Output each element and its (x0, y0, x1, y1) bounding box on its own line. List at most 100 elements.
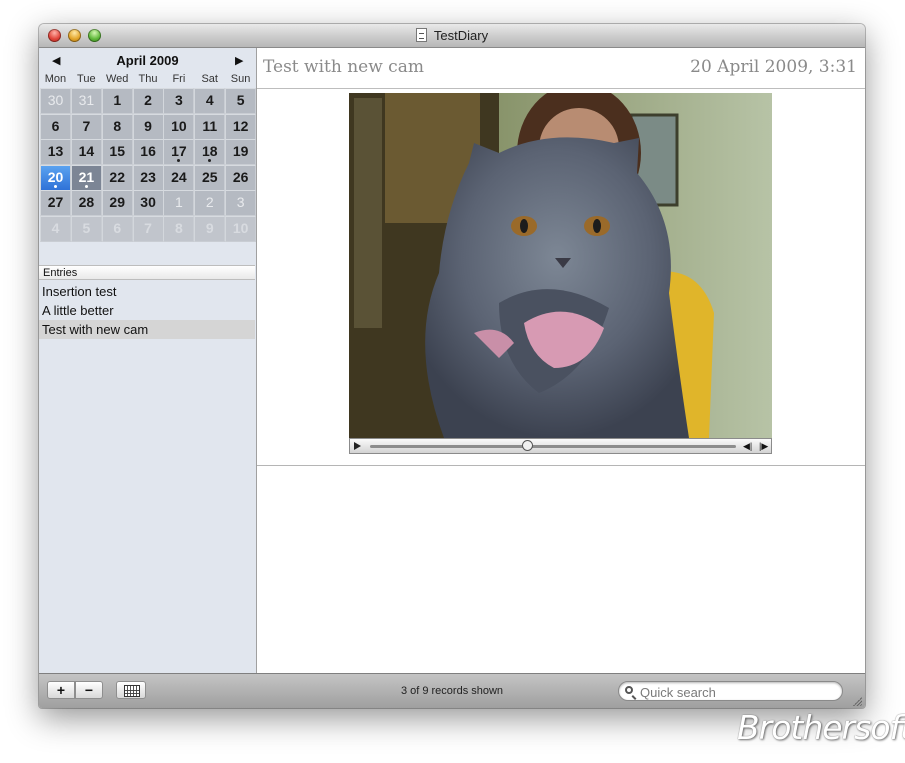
calendar-day-number: 30 (140, 194, 156, 210)
calendar-day-number: 23 (140, 168, 156, 185)
calendar-day-number: 6 (113, 219, 122, 236)
calendar-day[interactable]: 22 (101, 164, 133, 191)
calendar-day[interactable]: 10 (225, 215, 257, 242)
entry-title[interactable]: Test with new cam (263, 57, 424, 77)
step-back-icon[interactable]: ◀| (743, 441, 752, 452)
calendar-day-number: 1 (175, 194, 183, 210)
calendar-day[interactable]: 4 (40, 215, 71, 242)
calendar-day-number: 8 (175, 219, 183, 236)
calendar-day[interactable]: 18 (194, 139, 226, 165)
calendar-day-number: 29 (109, 194, 125, 210)
calendar-day[interactable]: 12 (225, 113, 257, 140)
calendar-day[interactable]: 21 (70, 164, 102, 191)
video-controller: ◀| |▶ (349, 438, 772, 454)
calendar-day[interactable]: 2 (194, 190, 226, 216)
calendar-day-number: 10 (232, 219, 249, 236)
quick-search-field[interactable] (618, 681, 843, 701)
calendar-day[interactable]: 25 (194, 164, 226, 191)
calendar-day[interactable]: 3 (163, 88, 195, 114)
calendar-day-number: 2 (205, 194, 214, 210)
calendar-day-number: 3 (175, 92, 183, 108)
calendar-day[interactable]: 29 (101, 190, 133, 216)
calendar-day[interactable]: 26 (225, 164, 257, 191)
calendar-day[interactable]: 5 (225, 88, 257, 114)
calendar-day-number: 1 (113, 92, 122, 108)
calendar-day[interactable]: 1 (163, 190, 195, 216)
calendar-day-number: 20 (47, 168, 64, 185)
calendar-day-number: 16 (140, 143, 156, 159)
calendar-day-number: 5 (82, 219, 91, 236)
entry-marker-dot (177, 159, 181, 162)
calendar-day[interactable]: 15 (101, 139, 133, 165)
entry-header: Test with new cam 20 April 2009, 3:31 (257, 48, 865, 89)
calendar-day[interactable]: 7 (132, 215, 164, 242)
calendar-day-number: 18 (202, 143, 218, 159)
calendar-day-number: 5 (236, 92, 245, 108)
calendar-day[interactable]: 16 (132, 139, 164, 165)
calendar-day-number: 25 (202, 168, 218, 185)
calendar-day[interactable]: 8 (163, 215, 195, 242)
calendar-day-number: 7 (82, 117, 91, 134)
timeline-track[interactable] (370, 445, 736, 448)
calendar-day-number: 10 (171, 117, 187, 134)
entry-marker-dot (54, 184, 57, 188)
calendar-day[interactable]: 20 (40, 164, 71, 191)
calendar-day[interactable]: 11 (194, 113, 226, 140)
calendar-day[interactable]: 19 (225, 139, 257, 165)
calendar-day-number: 28 (78, 194, 95, 210)
cat-video-frame (349, 93, 772, 438)
calendar-day[interactable]: 9 (194, 215, 226, 242)
entry-list-item[interactable]: Test with new cam (39, 320, 255, 339)
calendar-day-number: 12 (232, 117, 249, 134)
entry-date: 20 April 2009, 3:31 (690, 57, 857, 77)
weekday-label: Sun (230, 73, 251, 85)
calendar-day[interactable]: 6 (40, 113, 71, 140)
calendar-day[interactable]: 31 (70, 88, 102, 114)
calendar-day[interactable]: 28 (70, 190, 102, 216)
brothersoft-watermark: Brothersoft (737, 708, 905, 747)
title-bar[interactable]: TestDiary (39, 24, 865, 48)
calendar-day-number: 9 (144, 117, 152, 134)
calendar-day[interactable]: 17 (163, 139, 195, 165)
calendar-day[interactable]: 9 (132, 113, 164, 140)
calendar-day[interactable]: 23 (132, 164, 164, 191)
step-forward-icon[interactable]: |▶ (759, 441, 768, 452)
calendar-day[interactable]: 30 (40, 88, 71, 114)
calendar-day[interactable]: 5 (70, 215, 102, 242)
entry-marker-dot (84, 184, 88, 188)
playhead-handle[interactable] (522, 440, 534, 451)
calendar-day-number: 4 (51, 219, 60, 236)
play-icon[interactable] (354, 442, 361, 450)
weekday-label: Fri (172, 73, 186, 85)
search-icon (625, 686, 633, 694)
calendar-day[interactable]: 13 (40, 139, 71, 165)
search-input[interactable] (638, 683, 837, 701)
calendar-day[interactable]: 4 (194, 88, 226, 114)
calendar-day[interactable]: 8 (101, 113, 133, 140)
calendar-day-number: 22 (109, 168, 125, 185)
next-month-icon[interactable]: ▶ (235, 54, 243, 67)
calendar-day-number: 27 (47, 194, 64, 210)
calendar-day[interactable]: 27 (40, 190, 71, 216)
calendar-day[interactable]: 2 (132, 88, 164, 114)
video-player[interactable] (349, 93, 772, 438)
calendar-day-number: 9 (205, 219, 214, 236)
calendar-day[interactable]: 6 (101, 215, 133, 242)
entry-list-item[interactable]: Insertion test (39, 282, 255, 301)
calendar-day[interactable]: 14 (70, 139, 102, 165)
calendar-day[interactable]: 1 (101, 88, 133, 114)
entry-view: Test with new cam 20 April 2009, 3:31 ◀|… (257, 48, 865, 673)
calendar-day[interactable]: 24 (163, 164, 195, 191)
entry-text-area[interactable] (257, 466, 865, 673)
entry-list-item[interactable]: A little better (39, 301, 255, 320)
entry-marker-dot (208, 159, 212, 162)
calendar-day[interactable]: 7 (70, 113, 102, 140)
resize-grip-icon[interactable] (852, 696, 862, 706)
calendar-day[interactable]: 3 (225, 190, 257, 216)
calendar-day-number: 19 (232, 143, 249, 159)
calendar-day[interactable]: 30 (132, 190, 164, 216)
calendar-header: ◀ April 2009 ▶ Mon Tue Wed Thu Fri Sat Sun (39, 48, 256, 88)
weekday-label: Sat (201, 73, 218, 85)
calendar-day-number: 21 (78, 168, 95, 185)
calendar-day[interactable]: 10 (163, 113, 195, 140)
